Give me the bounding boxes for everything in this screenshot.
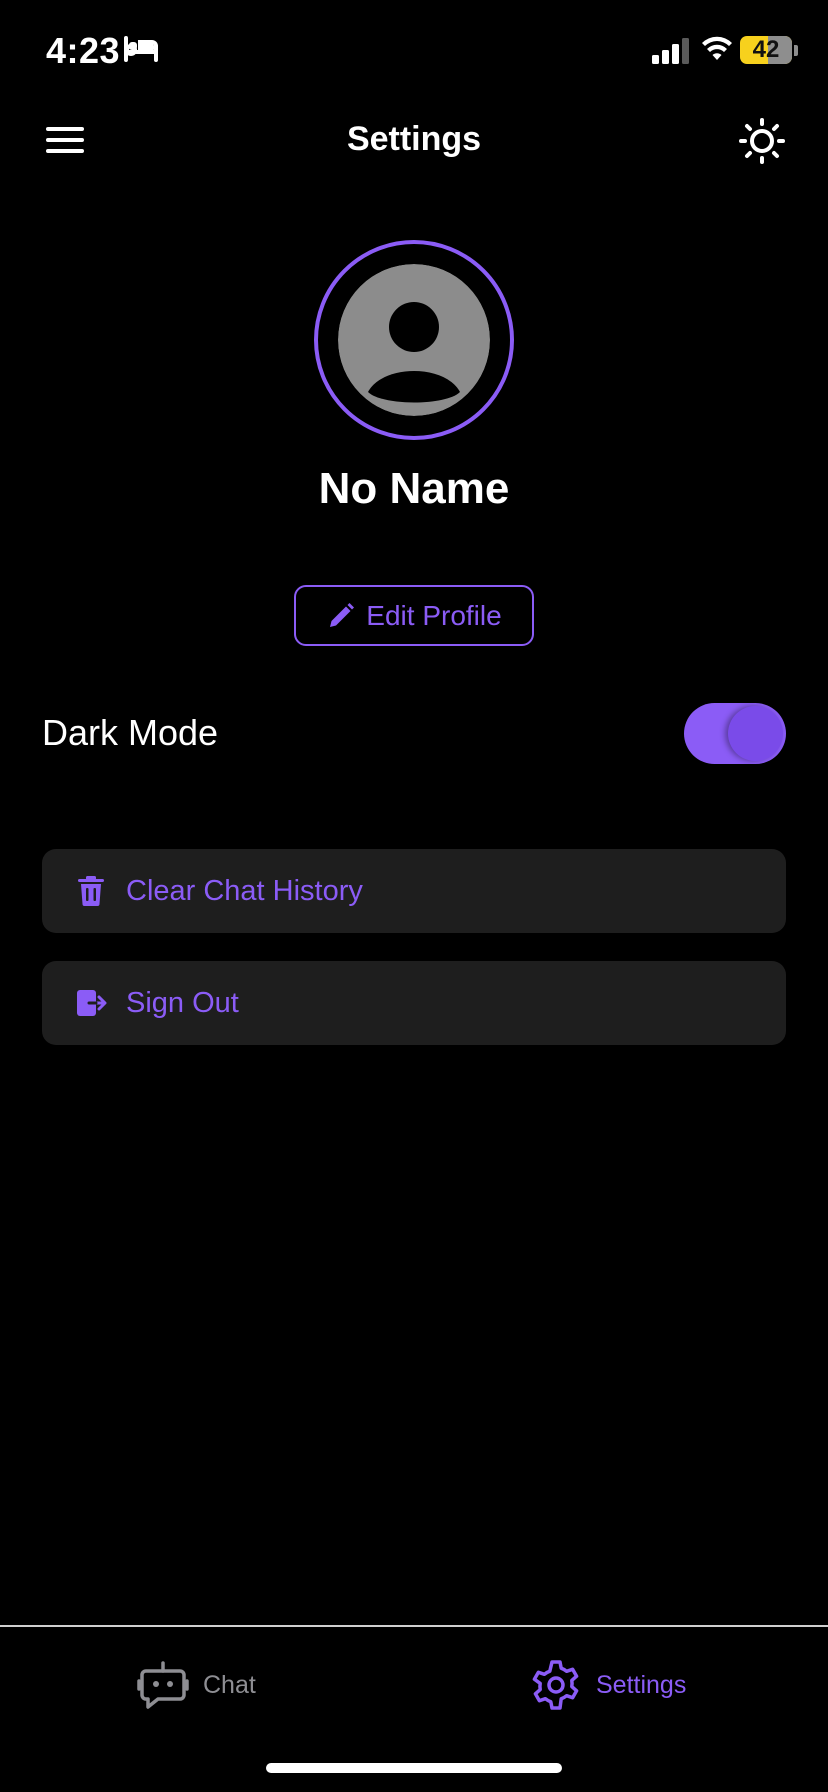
sign-out-button[interactable]: Sign Out: [42, 961, 786, 1045]
edit-profile-label: Edit Profile: [366, 599, 502, 631]
sleep-icon: [124, 36, 158, 62]
profile-name: No Name: [318, 464, 510, 513]
trash-icon: [78, 876, 104, 906]
dark-mode-toggle[interactable]: [684, 703, 786, 764]
page-title: Settings: [346, 120, 482, 158]
edit-profile-button[interactable]: Edit Profile: [294, 585, 534, 646]
tab-chat-label: Chat: [203, 1670, 256, 1699]
tab-settings-label: Settings: [596, 1670, 687, 1699]
status-bar: 4:23 42: [0, 0, 828, 100]
avatar[interactable]: [314, 240, 514, 440]
battery-icon: 42: [740, 36, 792, 64]
battery-level: 42: [752, 36, 780, 63]
pencil-icon: [330, 602, 355, 627]
dark-mode-label: Dark Mode: [42, 712, 219, 753]
clear-chat-history-button[interactable]: Clear Chat History: [42, 849, 786, 933]
wifi-icon: [702, 36, 732, 60]
tab-settings[interactable]: Settings: [530, 1655, 686, 1715]
status-time: 4:23: [46, 30, 121, 71]
sun-icon[interactable]: [739, 118, 785, 164]
sign-out-label: Sign Out: [126, 986, 239, 1019]
gear-icon: [532, 1660, 579, 1710]
signal-icon: [652, 38, 689, 64]
toggle-knob: [728, 706, 783, 761]
clear-chat-history-label: Clear Chat History: [126, 874, 363, 907]
sign-out-icon: [77, 990, 107, 1016]
robot-icon: [137, 1661, 189, 1709]
tab-chat[interactable]: Chat: [137, 1655, 256, 1715]
person-icon: [338, 264, 490, 416]
tab-bar-divider: [0, 1625, 828, 1627]
avatar-image: [338, 264, 490, 416]
battery-tip: [794, 45, 798, 56]
home-indicator[interactable]: [266, 1763, 562, 1773]
